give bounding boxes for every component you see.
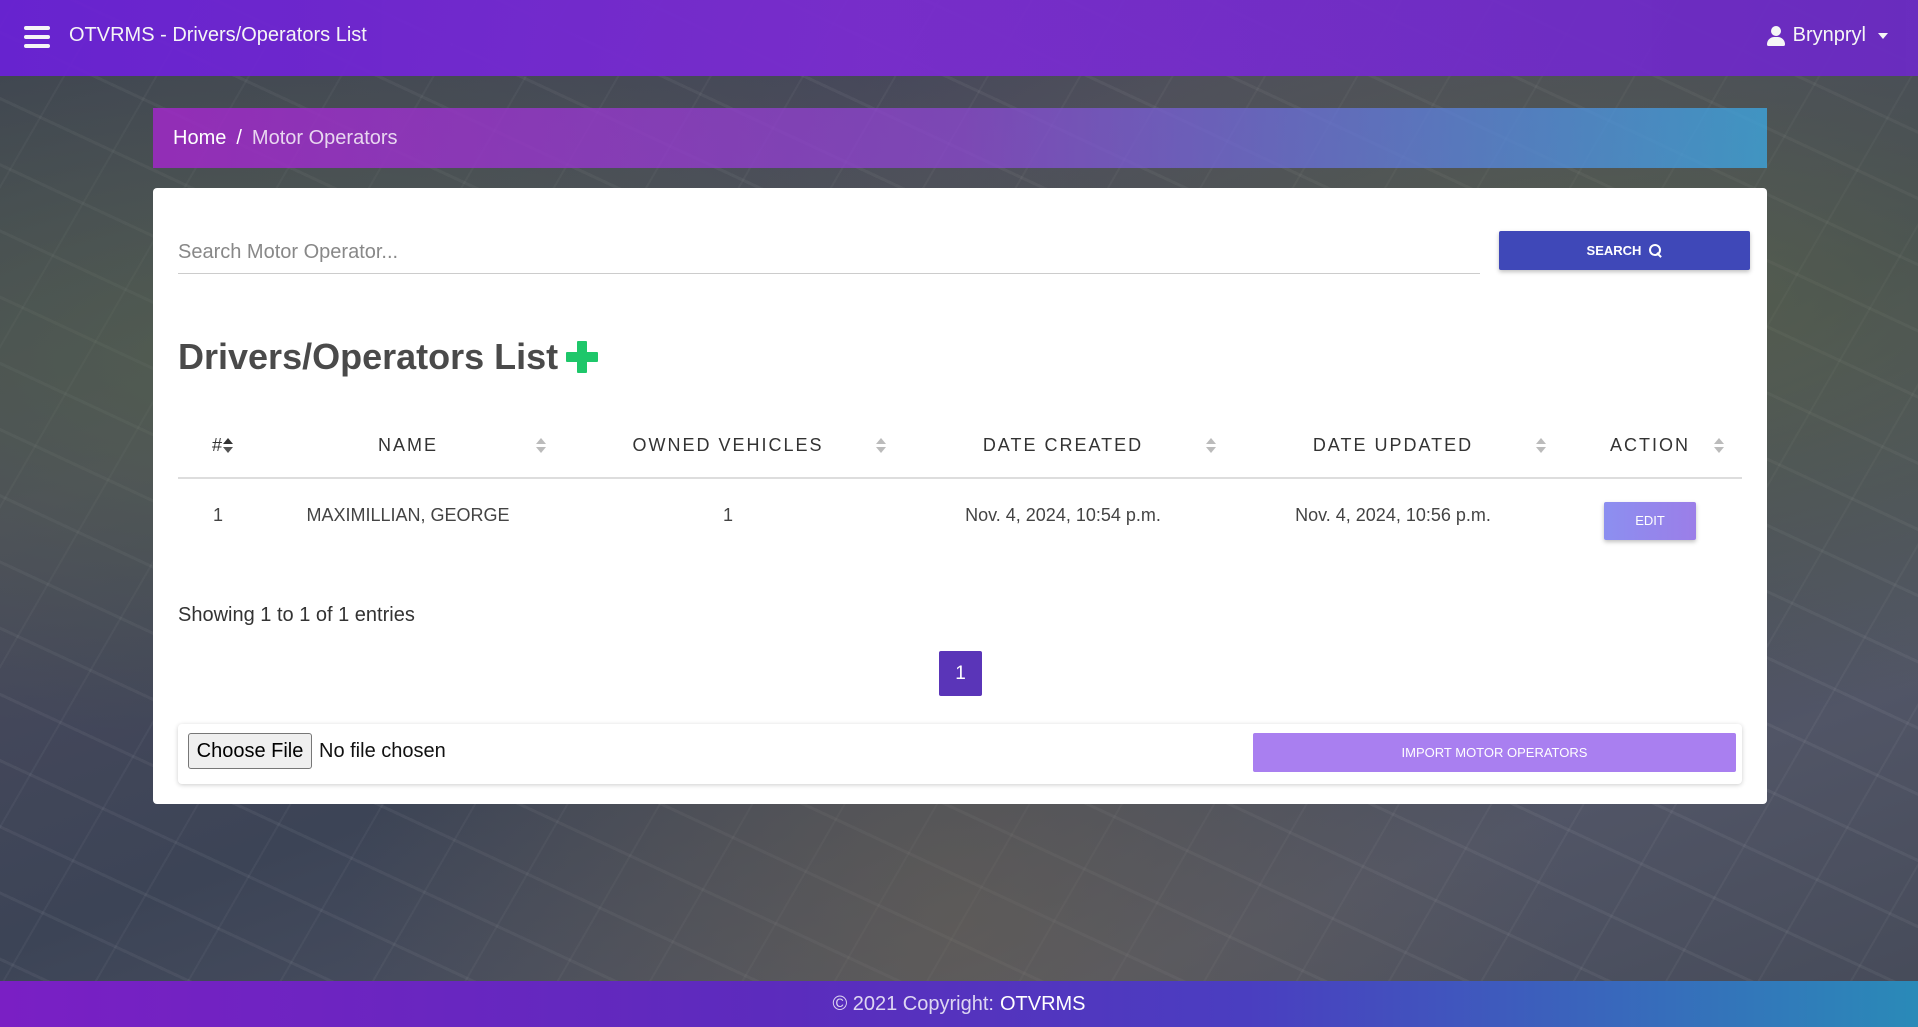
sort-icon	[536, 438, 546, 454]
operators-table: # NAME OWNED VEHICLES DATE CREATED DATE …	[178, 414, 1742, 552]
pagination-page-1[interactable]: 1	[939, 651, 982, 696]
footer: © 2021 Copyright: OTVRMS	[0, 981, 1918, 1027]
cell-date-created: Nov. 4, 2024, 10:54 p.m.	[965, 505, 1161, 525]
search-button-label: SEARCH	[1586, 243, 1642, 258]
sort-icon	[1206, 438, 1216, 454]
page-title: Drivers/Operators List	[178, 336, 599, 378]
search-icon	[1649, 244, 1662, 257]
footer-brand-link[interactable]: OTVRMS	[1000, 993, 1086, 1016]
hamburger-menu-icon[interactable]	[24, 26, 50, 48]
sort-icon	[1714, 438, 1724, 454]
app-title: OTVRMS - Drivers/Operators List	[69, 24, 367, 46]
table-header-row: # NAME OWNED VEHICLES DATE CREATED DATE …	[178, 414, 1742, 479]
user-menu-dropdown[interactable]: Brynpryl	[1766, 24, 1888, 47]
search-input[interactable]	[178, 232, 1480, 274]
cell-date-updated: Nov. 4, 2024, 10:56 p.m.	[1295, 505, 1491, 525]
user-name: Brynpryl	[1792, 24, 1866, 46]
edit-button[interactable]: EDIT	[1604, 501, 1696, 540]
breadcrumb: Home / Motor Operators	[153, 108, 1767, 168]
file-status-text: No file chosen	[319, 740, 446, 762]
column-header-owned-vehicles[interactable]: OWNED VEHICLES	[558, 414, 898, 479]
sort-icon	[1536, 438, 1546, 454]
cell-owned-vehicles: 1	[722, 505, 733, 525]
add-operator-plus-icon[interactable]	[566, 341, 599, 373]
caret-down-icon	[1878, 32, 1888, 39]
choose-file-button[interactable]: Choose File	[188, 733, 312, 769]
search-button[interactable]: SEARCH	[1499, 231, 1750, 270]
column-header-number[interactable]: #	[178, 414, 258, 479]
import-form: Choose File No file chosen IMPORT MOTOR …	[178, 724, 1742, 784]
sort-icon	[876, 438, 886, 454]
column-header-date-created[interactable]: DATE CREATED	[898, 414, 1228, 479]
user-icon	[1766, 25, 1785, 46]
breadcrumb-home-link[interactable]: Home	[173, 127, 226, 150]
footer-copyright: © 2021 Copyright:	[832, 992, 994, 1015]
cell-action: EDIT	[1558, 478, 1742, 552]
table-row: 1 MAXIMILLIAN, GEORGE 1 Nov. 4, 2024, 10…	[178, 478, 1742, 552]
entries-info: Showing 1 to 1 of 1 entries	[178, 604, 415, 626]
cell-number: 1	[212, 505, 223, 525]
top-navbar: OTVRMS - Drivers/Operators List Brynpryl	[0, 0, 1918, 76]
main-card: SEARCH Drivers/Operators List # NAME OW	[153, 188, 1767, 804]
import-operators-button[interactable]: IMPORT MOTOR OPERATORS	[1253, 733, 1736, 772]
page-title-text: Drivers/Operators List	[178, 336, 559, 377]
column-header-action[interactable]: ACTION	[1558, 414, 1742, 479]
sort-asc-icon	[223, 438, 233, 454]
column-header-date-updated[interactable]: DATE UPDATED	[1228, 414, 1558, 479]
column-header-name[interactable]: NAME	[258, 414, 558, 479]
breadcrumb-separator: /	[236, 126, 242, 149]
cell-name: MAXIMILLIAN, GEORGE	[306, 505, 510, 525]
breadcrumb-current: Motor Operators	[251, 126, 398, 149]
